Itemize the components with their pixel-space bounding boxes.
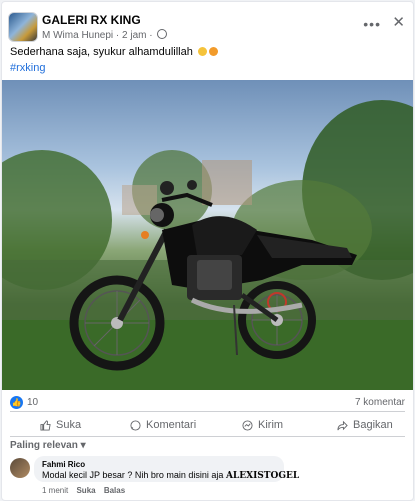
comment-like-button[interactable]: Suka	[76, 486, 95, 495]
send-button[interactable]: Kirim	[242, 414, 283, 436]
emoji-icon	[208, 47, 218, 56]
more-options-icon[interactable]: •••	[363, 16, 381, 32]
comment-button[interactable]: Komentari	[130, 414, 196, 436]
comment-count[interactable]: 7 komentar	[355, 397, 405, 408]
commenter-name[interactable]: Fahmi Rico	[42, 460, 276, 469]
caption-text: Sederhana saja, syukur alhamdulillah	[10, 46, 193, 58]
like-button[interactable]: Suka	[40, 414, 81, 436]
comment-sort-dropdown[interactable]: Paling relevan ▾	[10, 440, 86, 451]
like-label: Suka	[56, 419, 82, 431]
group-name[interactable]: GALERI RX KING	[42, 13, 141, 27]
emoji-icon	[197, 47, 207, 56]
post-time[interactable]: 2 jam	[122, 30, 146, 41]
comment-bold-text: ALEXISTOGEL	[225, 471, 300, 481]
share-label: Bagikan	[353, 419, 393, 431]
comment-reply-button[interactable]: Balas	[104, 486, 125, 495]
sort-label: Paling relevan	[10, 440, 78, 451]
comment-icon	[130, 419, 141, 431]
post-caption: Sederhana saja, syukur alhamdulillah	[10, 46, 218, 58]
share-icon	[337, 420, 348, 430]
comment-body: Modal kecil JP besar ? Nih bro main disi…	[42, 470, 224, 480]
comment-text: Modal kecil JP besar ? Nih bro main disi…	[42, 470, 299, 481]
like-reaction-icon[interactable]: 👍	[10, 396, 23, 409]
messenger-icon	[242, 419, 253, 431]
comment-item: Fahmi Rico Modal kecil JP besar ? Nih br…	[10, 456, 405, 500]
globe-icon	[157, 29, 168, 39]
post-header: GALERI RX KING M Wima Hunepi · 2 jam · •…	[8, 10, 407, 44]
group-avatar[interactable]	[8, 12, 38, 42]
like-count[interactable]: 10	[27, 397, 38, 408]
motorcycle-photo	[2, 100, 413, 390]
divider	[10, 411, 405, 412]
post-card: GALERI RX KING M Wima Hunepi · 2 jam · •…	[1, 1, 414, 501]
send-label: Kirim	[258, 419, 284, 431]
commenter-avatar[interactable]	[10, 458, 30, 478]
hashtag-link[interactable]: #rxking	[10, 62, 45, 74]
comment-meta: 1 menit Suka Balas	[42, 486, 131, 495]
post-meta: M Wima Hunepi · 2 jam ·	[42, 29, 168, 41]
author-name[interactable]: M Wima Hunepi	[42, 30, 113, 41]
action-bar: Suka Komentari Kirim Bagikan	[2, 414, 413, 436]
post-photo[interactable]	[2, 80, 413, 390]
share-button[interactable]: Bagikan	[337, 414, 393, 436]
close-icon[interactable]: ✕	[392, 13, 405, 31]
comment-label: Komentari	[146, 419, 197, 431]
thumbs-up-icon	[40, 419, 51, 431]
comment-time[interactable]: 1 menit	[42, 486, 68, 495]
divider	[10, 436, 405, 437]
chevron-down-icon: ▾	[80, 440, 86, 451]
comment-bubble: Fahmi Rico Modal kecil JP besar ? Nih br…	[34, 456, 299, 482]
